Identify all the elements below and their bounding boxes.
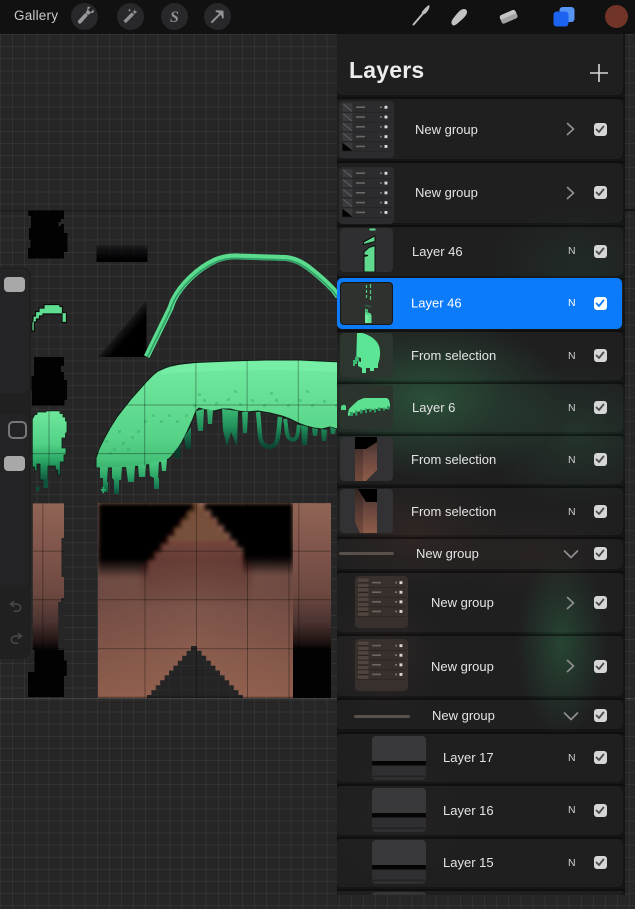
svg-text:S: S <box>170 9 179 26</box>
